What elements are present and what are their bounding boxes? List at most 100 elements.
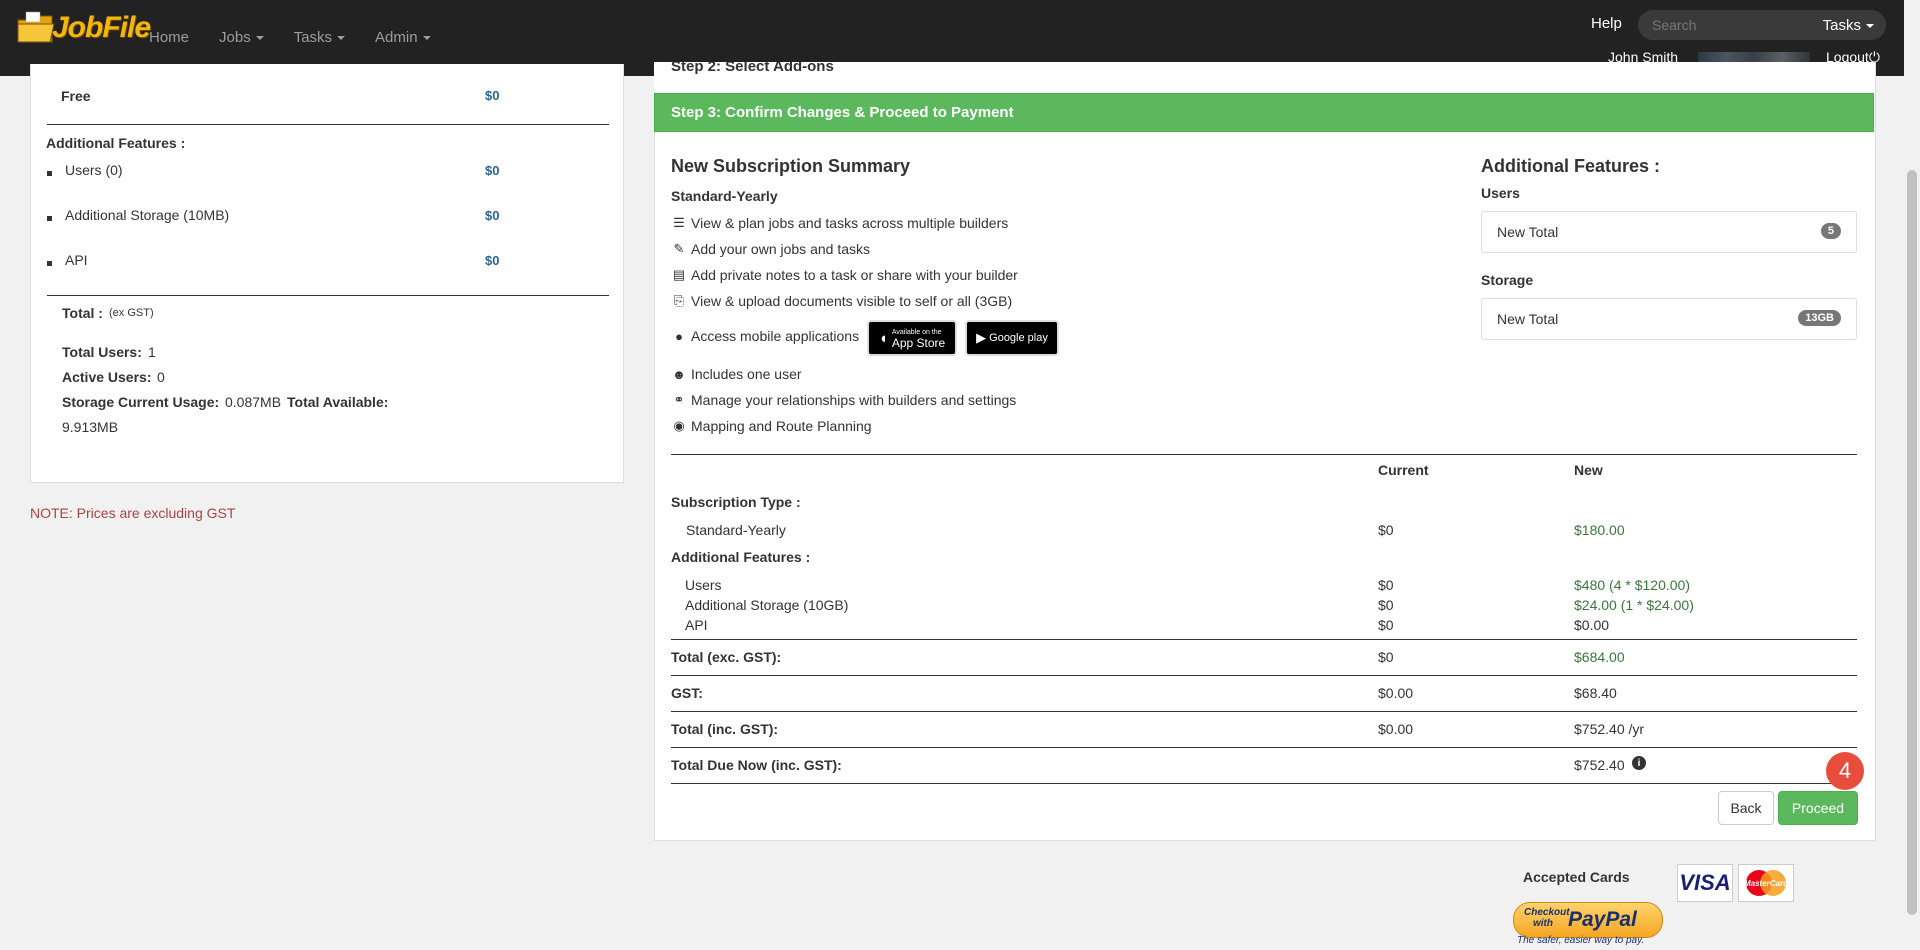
step2-title: Step 2: Select Add-ons [671,62,834,75]
google-play-badge[interactable]: ▶ Google play [965,320,1059,356]
total-label: Total : [62,305,103,321]
total-due-label: Total Due Now (inc. GST): [671,757,842,773]
active-users-value: 0 [157,369,165,385]
brand-logo[interactable]: JobFile [16,10,151,46]
feature-text: Manage your relationships with builders … [691,392,1017,408]
server-icon: ☰ [673,215,685,230]
sub-type-current: $0 [1378,522,1394,538]
feature-text: Add your own jobs and tasks [691,241,870,257]
nav-admin-label: Admin [375,29,418,46]
storage-new-total: New Total 13GB [1481,298,1857,340]
nav-jobs[interactable]: Jobs [204,25,279,50]
feature-item: ◉ Mapping and Route Planning [671,418,871,434]
nav-tasks-label: Tasks [293,29,333,46]
caret-down-icon [255,36,264,41]
table-row: $0 [1378,577,1394,593]
edit-icon: ✎ [673,241,685,256]
summary-title: New Subscription Summary [671,156,911,176]
plan-price: $0 [485,88,500,103]
total-available-value: 9.913MB [62,419,119,435]
nav-home[interactable]: Home [134,25,204,50]
help-link[interactable]: Help [1591,15,1622,32]
globe-icon: ● [675,328,683,344]
table-row: $480 (4 * $120.00) [1574,577,1690,593]
additional-features-title: Additional Features : [1481,156,1661,176]
nav-admin[interactable]: Admin [360,25,446,50]
google-play-text: Google play [989,332,1048,344]
summary-plan: Standard-Yearly [671,188,778,204]
divider [47,124,609,125]
users-new-total: New Total 5 [1481,211,1857,253]
addl-features-label: Additional Features : [671,549,811,565]
plan-name: Free [61,88,91,104]
storage-heading: Storage [1481,272,1534,288]
caret-down-icon [1866,24,1874,29]
bullet-icon [47,261,52,266]
paypal-tagline: The safer, easier way to pay. [1517,935,1645,946]
search-input[interactable] [1650,16,1804,34]
total-inc-current: $0.00 [1378,721,1414,737]
app-store-text: Available on the App Store [892,328,945,349]
feature-storage-price: $0 [485,208,500,223]
feature-storage-label: Additional Storage (10MB) [65,207,230,223]
table-rule [671,639,1857,640]
feature-users-price: $0 [485,163,500,178]
back-button[interactable]: Back [1718,791,1774,825]
main-nav: Home Jobs Tasks Admin [134,25,446,50]
storage-usage-value: 0.087MB [225,394,282,410]
step2-header[interactable]: Step 2: Select Add-ons [654,62,1874,92]
app-store-badge[interactable]: ◖ Available on the App Store [867,320,957,356]
table-row: Users [685,577,722,593]
table-row: API [685,617,708,633]
step-number-badge: 4 [1826,752,1864,790]
paypal-brand: PayPal [1568,908,1637,931]
total-users-value: 1 [148,344,156,360]
table-rule [671,747,1857,748]
table-rule [671,711,1857,712]
scrollbar-thumb[interactable] [1907,170,1917,915]
paypal-checkout-text: Checkout with [1524,907,1570,929]
table-row: $0 [1378,617,1394,633]
total-note: (ex GST) [109,307,154,319]
feature-item: ⎘ View & upload documents visible to self… [671,293,1012,309]
apple-icon: ◖ [878,329,888,347]
total-inc-label: Total (inc. GST): [671,721,779,737]
total-exc-label: Total (exc. GST): [671,649,782,665]
current-plan-panel: Free $0 Additional Features : Users (0) … [30,64,624,483]
feature-users-label: Users (0) [65,162,123,178]
search-box: Tasks [1638,10,1886,40]
gst-current: $0.00 [1378,685,1414,701]
sub-type-label: Subscription Type : [671,494,801,510]
col-new-header: New [1574,462,1603,478]
caret-down-icon [422,36,431,41]
total-inc-new: $752.40 /yr [1574,721,1645,737]
total-available-label: Total Available: [287,394,389,410]
table-top-rule [671,454,1857,455]
caret-down-icon [337,36,346,41]
paperclip-icon: ⎘ [673,293,685,308]
feature-api-price: $0 [485,253,500,268]
total-exc-current: $0 [1378,649,1394,665]
sub-type-new: $180.00 [1574,522,1625,538]
paypal-checkout-button[interactable]: Checkout with PayPal [1513,902,1663,938]
nav-tasks[interactable]: Tasks [279,25,360,50]
feature-item: ⚭ Manage your relationships with builders… [671,392,1017,408]
feature-item: ☻ Includes one user [671,366,802,382]
folder-icon [16,10,56,46]
nav-home-label: Home [149,29,190,46]
info-icon[interactable]: i [1632,756,1646,770]
search-scope-dropdown[interactable]: Tasks [1823,17,1874,34]
total-users-label: Total Users: [62,344,142,360]
feature-item: ▤ Add private notes to a task or share wi… [671,267,1018,283]
gst-new: $68.40 [1574,685,1617,701]
play-icon: ▶ [976,330,987,345]
proceed-button[interactable]: Proceed [1778,791,1858,825]
bullet-icon [47,216,52,221]
bullet-icon [47,171,52,176]
mastercard-logo: MasterCard [1738,864,1794,902]
storage-usage-label: Storage Current Usage: [62,394,220,410]
mastercard-text: MasterCard [1744,879,1789,888]
confirm-panel [654,62,1876,841]
feature-text: Includes one user [691,366,802,382]
feature-text: View & upload documents visible to self … [691,293,1013,309]
